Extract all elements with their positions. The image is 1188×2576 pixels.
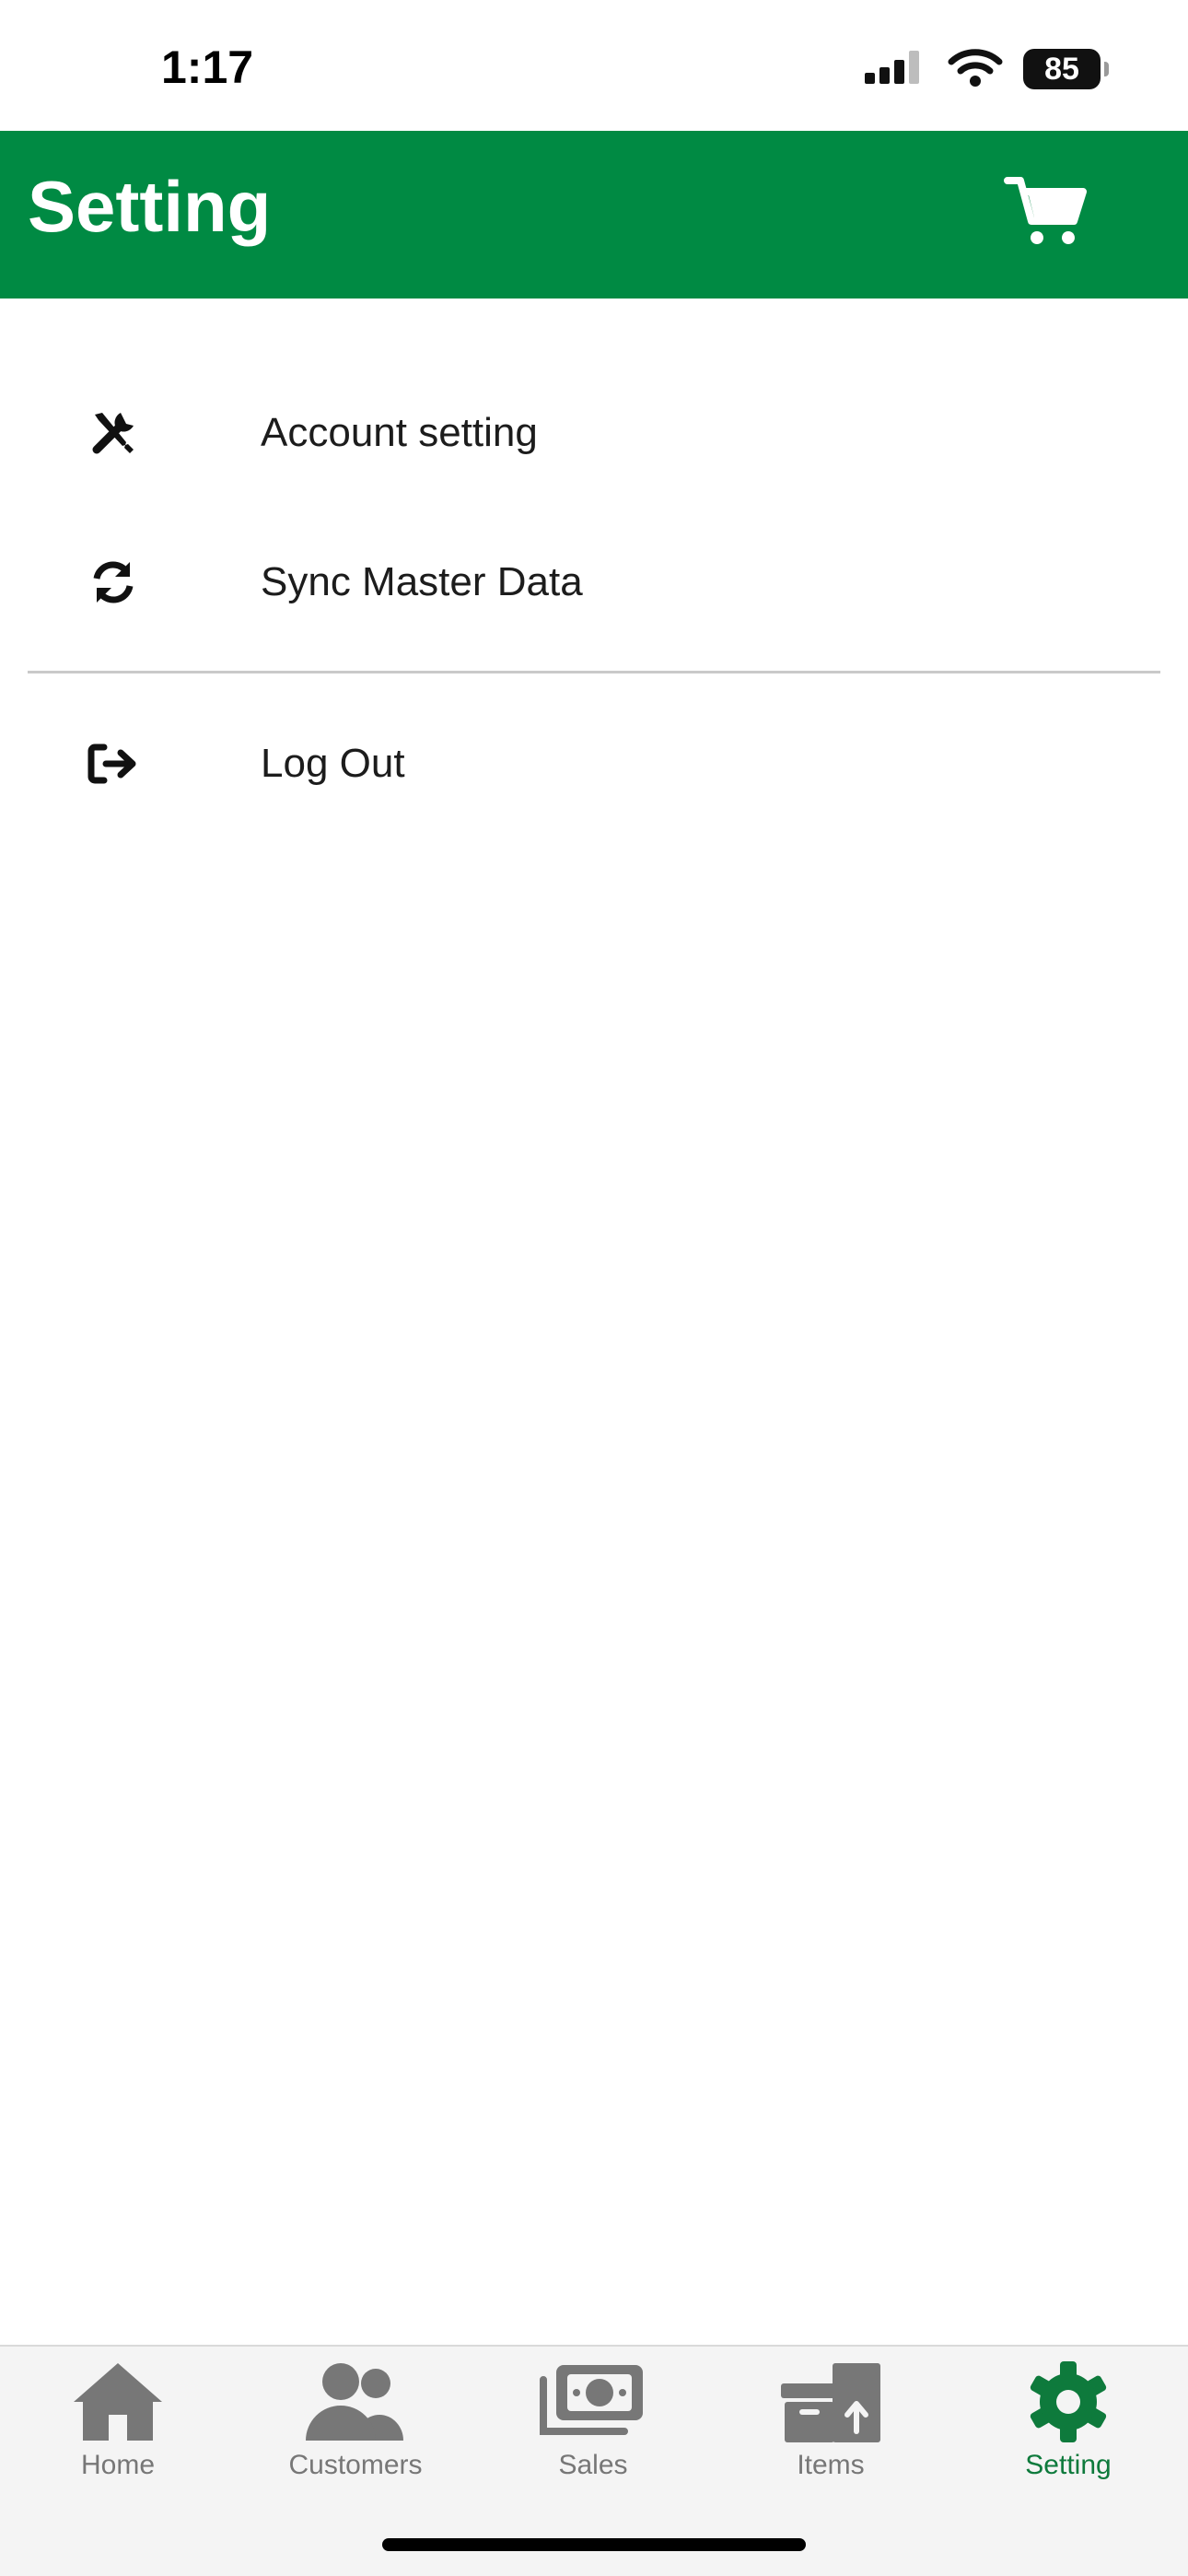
customers-icon [300,2356,411,2448]
menu-item-account-setting[interactable]: Account setting [0,364,1188,502]
tab-customers[interactable]: Customers [254,2356,457,2494]
menu-item-label: Log Out [261,741,405,786]
logout-icon [83,733,144,794]
app-header: Setting [0,131,1188,299]
tools-icon [83,403,144,463]
page-title: Setting [28,166,272,247]
items-icon [775,2356,886,2448]
cart-button[interactable] [999,168,1091,260]
home-icon [63,2356,173,2448]
menu-item-label: Account setting [261,410,538,455]
gear-icon [1013,2356,1124,2448]
signal-icon [865,47,927,92]
menu-item-log-out[interactable]: Log Out [0,695,1188,833]
tab-label: Customers [288,2450,423,2480]
tab-home[interactable]: Home [17,2356,219,2494]
tab-label: Sales [558,2450,628,2480]
tab-items[interactable]: Items [729,2356,932,2494]
menu-item-label: Sync Master Data [261,559,583,604]
status-bar: 1:17 85 [0,0,1188,131]
cart-icon [1004,175,1087,253]
status-icons: 85 [865,46,1109,92]
tab-label: Items [797,2450,865,2480]
wifi-icon [948,47,1003,92]
tab-label: Setting [1025,2450,1112,2480]
tab-label: Home [80,2450,156,2480]
tab-sales[interactable]: Sales [492,2356,694,2494]
home-indicator [382,2538,806,2551]
money-icon [538,2356,648,2448]
menu-divider [28,671,1160,673]
sync-icon [83,552,144,613]
tab-setting[interactable]: Setting [967,2356,1170,2494]
battery-icon: 85 [1023,49,1109,89]
status-time: 1:17 [161,41,254,93]
menu-item-sync-master-data[interactable]: Sync Master Data [0,513,1188,651]
